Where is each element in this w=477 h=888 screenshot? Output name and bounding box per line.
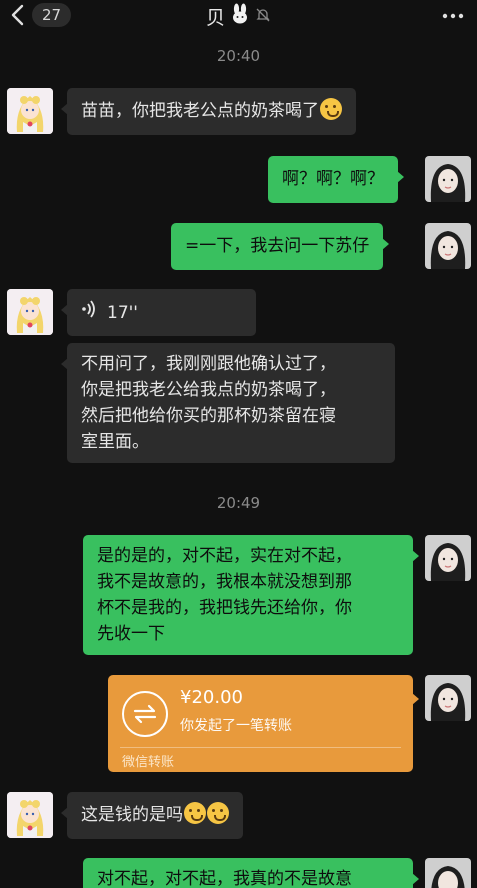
chat-title: 贝 <box>0 3 477 30</box>
anime-avatar-icon <box>7 289 53 335</box>
anime-avatar-icon <box>7 792 53 838</box>
message-bubble-incoming[interactable]: 不用问了，我刚刚跟他确认过了， 你是把我老公给我点的奶茶喝了， 然后把他给你买的… <box>61 343 395 463</box>
message-line: 然后把他给你买的那杯奶茶留在寝 <box>81 406 336 426</box>
message-line: 先收一下 <box>97 624 165 644</box>
contact-name: 贝 <box>205 7 225 29</box>
message-line: 室里面。 <box>81 432 149 452</box>
emoji-icon <box>207 802 229 824</box>
transfer-description: 你发起了一笔转账 <box>180 718 292 734</box>
message-bubble-outgoing[interactable]: 啊？啊？啊？ <box>268 156 404 203</box>
message-line: 我不是故意的，我根本就没想到那 <box>97 572 352 592</box>
portrait-avatar-icon <box>425 858 471 888</box>
anime-avatar-icon <box>7 88 53 134</box>
my-avatar[interactable] <box>425 223 471 269</box>
portrait-avatar-icon <box>425 535 471 581</box>
portrait-avatar-icon <box>425 156 471 202</box>
my-avatar[interactable] <box>425 858 471 888</box>
transfer-amount: ¥20.00 <box>180 687 243 708</box>
emoji-icon <box>320 98 342 120</box>
chat-header: 27 贝 <box>0 0 477 32</box>
contact-avatar[interactable] <box>7 88 53 134</box>
my-avatar[interactable] <box>425 156 471 202</box>
message-line: 你是把我老公给我点的奶茶喝了， <box>81 380 336 400</box>
message-line: 杯不是我的，我把钱先还给你，你 <box>97 598 352 618</box>
more-options-icon[interactable] <box>441 4 465 28</box>
emoji-icon <box>184 802 206 824</box>
my-avatar[interactable] <box>425 675 471 721</box>
contact-avatar[interactable] <box>7 289 53 335</box>
message-line: 是的是的，对不起，实在对不起， <box>97 546 352 566</box>
divider <box>120 747 401 748</box>
message-text: 苗苗，你把我老公点的奶茶喝了 <box>81 101 319 121</box>
message-text: =一下，我去问一下苏仔 <box>185 236 370 256</box>
timestamp: 20:49 <box>216 494 261 512</box>
message-bubble-outgoing[interactable]: =一下，我去问一下苏仔 <box>171 223 390 270</box>
voice-wave-icon <box>81 299 97 326</box>
my-avatar[interactable] <box>425 535 471 581</box>
mute-bell-icon <box>255 6 271 28</box>
message-line: 不用问了，我刚刚跟他确认过了， <box>81 354 336 374</box>
portrait-avatar-icon <box>425 675 471 721</box>
contact-avatar[interactable] <box>7 792 53 838</box>
transfer-card[interactable]: ¥20.00 你发起了一笔转账 微信转账 <box>108 675 419 772</box>
transfer-footer: 微信转账 <box>122 755 175 770</box>
message-bubble-outgoing[interactable]: 对不起，对不起，我真的不是故意 <box>83 858 419 888</box>
message-bubble-outgoing[interactable]: 是的是的，对不起，实在对不起， 我不是故意的，我根本就没想到那 杯不是我的，我把… <box>83 535 419 655</box>
voice-duration: 17'' <box>107 302 138 323</box>
message-line: 对不起，对不起，我真的不是故意 <box>97 869 352 888</box>
message-text: 啊？啊？啊？ <box>282 169 384 189</box>
message-bubble-incoming[interactable]: 苗苗，你把我老公点的奶茶喝了 <box>61 88 356 135</box>
transfer-arrows-icon <box>122 691 168 737</box>
message-bubble-incoming[interactable]: 这是钱的是吗 <box>61 792 243 839</box>
portrait-avatar-icon <box>425 223 471 269</box>
timestamp: 20:40 <box>216 47 261 65</box>
voice-message-bubble[interactable]: 17'' <box>61 289 256 336</box>
message-text: 这是钱的是吗 <box>81 805 183 825</box>
bunny-icon <box>229 3 251 30</box>
